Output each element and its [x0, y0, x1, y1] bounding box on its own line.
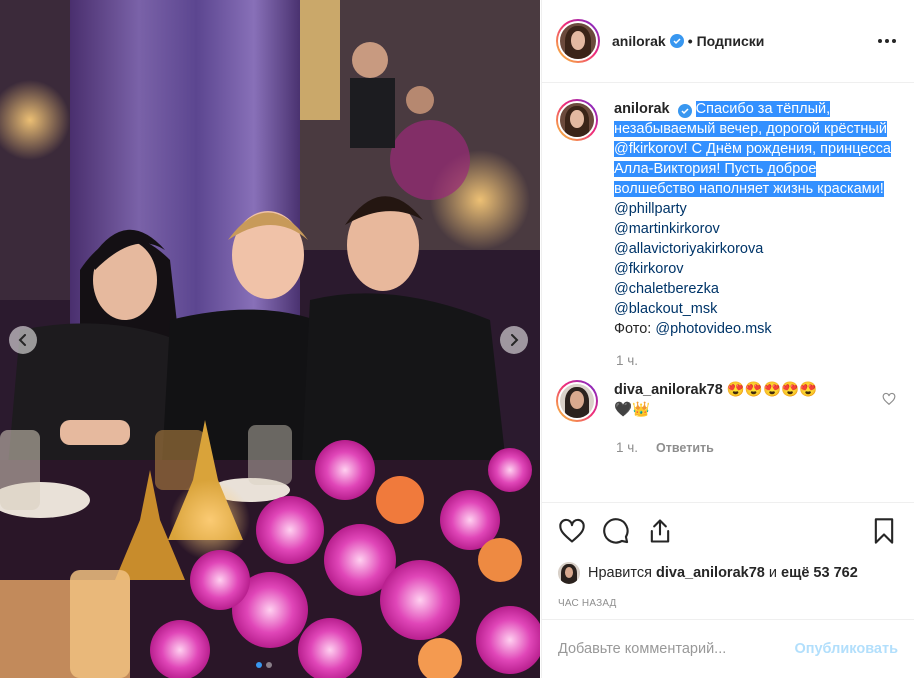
reply-button[interactable]: Ответить [656, 441, 714, 455]
share-icon[interactable] [646, 517, 674, 545]
carousel-dot [266, 662, 272, 668]
comment-text-2: 🖤👑 [614, 402, 651, 418]
commenter-avatar[interactable] [556, 380, 598, 422]
comment-meta: 1 ч. Ответить [616, 440, 898, 455]
comment-input[interactable] [558, 641, 795, 657]
mention-link[interactable]: @phillparty [614, 199, 894, 219]
liker-avatar[interactable] [558, 562, 580, 584]
more-icon[interactable] [876, 33, 898, 49]
likes-middle: и [768, 565, 777, 581]
publish-button[interactable]: Опубликовать [794, 641, 898, 657]
comment-text: 😍😍😍😍😍 [726, 382, 818, 398]
comment-icon[interactable] [602, 517, 630, 545]
photo-credit-mention[interactable]: @photovideo.msk [655, 321, 771, 337]
comment-item: diva_anilorak78 😍😍😍😍😍 🖤👑 [556, 380, 898, 422]
photo-credit: Фото: @photovideo.msk [614, 319, 894, 339]
carousel-prev-button[interactable] [9, 326, 37, 354]
carousel-dots [256, 662, 272, 668]
post-caption: anilorak Спасибо за тёплый, незабываемый… [556, 99, 898, 339]
mention-link[interactable]: @fkirkorov [614, 259, 894, 279]
mention-link[interactable]: @chaletberezka [614, 279, 894, 299]
photo-image [0, 0, 540, 678]
heart-icon[interactable] [558, 517, 586, 545]
comment-time: 1 ч. [616, 440, 639, 455]
mention-link[interactable]: @allavictoriyakirkorova [614, 239, 894, 259]
comment-body: diva_anilorak78 😍😍😍😍😍 🖤👑 [614, 380, 876, 422]
post-side-panel: anilorak • Подписки anilorak Спасибо за … [541, 0, 914, 678]
mention-link[interactable]: @martinkirkorov [614, 219, 894, 239]
likes-prefix: Нравится [588, 565, 652, 581]
liker-username[interactable]: diva_anilorak78 [656, 565, 765, 581]
post-actions: Нравится diva_anilorak78 и ещё 53 762 ЧА… [542, 502, 914, 609]
mention-link[interactable]: @blackout_msk [614, 299, 894, 319]
chevron-right-icon [511, 334, 519, 346]
post-photo [0, 0, 540, 678]
post-header: anilorak • Подписки [542, 0, 914, 83]
caption-mention[interactable]: @fkirkorov [614, 141, 684, 157]
author-avatar[interactable] [556, 19, 600, 63]
likes-count[interactable]: ещё 53 762 [781, 565, 858, 581]
comments-section: anilorak Спасибо за тёплый, незабываемый… [542, 83, 914, 503]
caption-avatar[interactable] [556, 99, 598, 141]
caption-body: anilorak Спасибо за тёплый, незабываемый… [614, 99, 894, 339]
caption-username[interactable]: anilorak [614, 101, 670, 117]
carousel-next-button[interactable] [500, 326, 528, 354]
posted-time: ЧАС НАЗАД [558, 598, 617, 609]
chevron-left-icon [18, 334, 26, 346]
verified-icon [677, 104, 692, 118]
commenter-username[interactable]: diva_anilorak78 [614, 382, 723, 398]
add-comment-bar: Опубликовать [542, 619, 914, 678]
likes-summary: Нравится diva_anilorak78 и ещё 53 762 [558, 562, 898, 584]
verified-icon [669, 34, 684, 48]
separator-dot: • [687, 33, 693, 49]
carousel-dot [256, 662, 262, 668]
action-icons [558, 515, 898, 547]
photo-credit-label: Фото: [614, 321, 656, 337]
following-button[interactable]: Подписки [697, 33, 765, 49]
author-username[interactable]: anilorak [612, 33, 666, 49]
heart-icon[interactable] [882, 392, 896, 406]
caption-time: 1 ч. [616, 353, 639, 368]
bookmark-icon[interactable] [870, 517, 898, 545]
